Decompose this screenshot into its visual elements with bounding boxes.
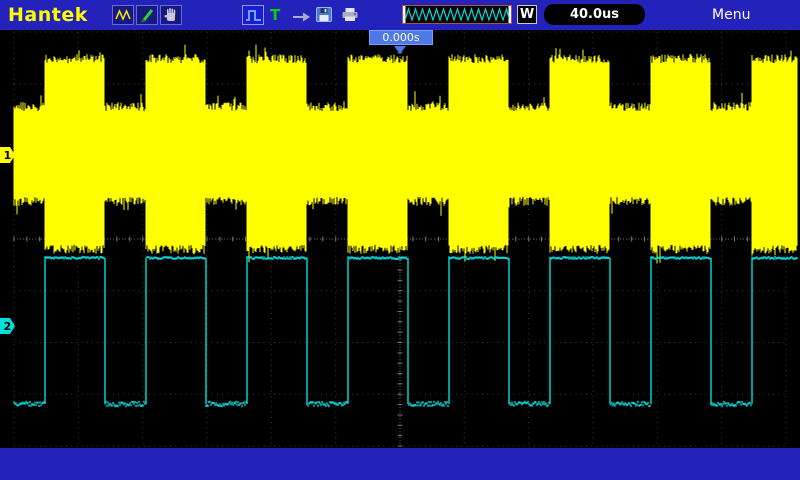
pencil-icon[interactable] — [136, 5, 158, 25]
waveform-window-preview[interactable] — [402, 5, 512, 24]
hand-icon[interactable] — [160, 5, 182, 25]
trigger-status-icon: T — [270, 6, 281, 24]
oscilloscope-ui: Hantek T W 40.0us Menu 0.000s 1 2 — [0, 0, 800, 480]
pencil-glyph — [140, 9, 153, 23]
floppy-glyph — [316, 7, 332, 22]
arrow-glyph — [293, 12, 310, 22]
graticule-area — [0, 30, 800, 448]
top-bar: Hantek T W 40.0us Menu — [0, 0, 800, 30]
waveform-icon-glyph — [114, 9, 131, 21]
preview-zigzag — [403, 6, 511, 23]
pulse-trigger-icon[interactable] — [242, 5, 264, 25]
status-bar: AC 272mV AC 20 2.36V EXT -608mV 10.000KH… — [0, 448, 800, 480]
printer-icon[interactable] — [341, 7, 359, 26]
brand-logo: Hantek — [8, 4, 88, 26]
printer-glyph — [342, 8, 358, 21]
menu-button[interactable]: Menu — [712, 7, 750, 23]
pulse-glyph — [245, 10, 261, 21]
waveform-plot — [13, 31, 798, 447]
hand-glyph — [164, 8, 176, 21]
run-arrow-icon[interactable] — [291, 8, 311, 27]
waveform-icon[interactable] — [112, 5, 134, 25]
trigger-time-label[interactable]: 0.000s — [369, 30, 433, 45]
window-mode-badge: W — [517, 5, 537, 24]
timebase-readout: 40.0us — [544, 4, 645, 25]
save-icon[interactable] — [316, 7, 332, 26]
trigger-position-marker[interactable] — [394, 46, 406, 60]
